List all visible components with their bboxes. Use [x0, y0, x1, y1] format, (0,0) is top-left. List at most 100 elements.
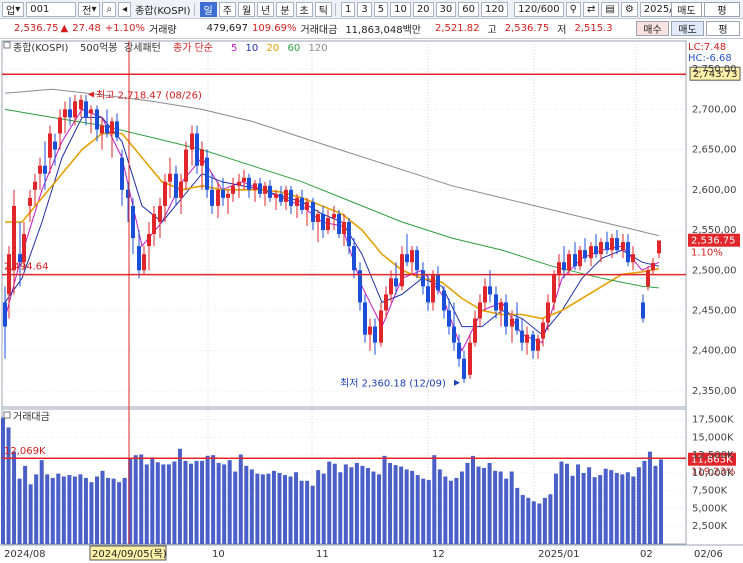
candle-body — [242, 177, 246, 182]
volume-bar — [23, 465, 28, 544]
candle-body — [494, 294, 498, 311]
candle-body — [589, 246, 593, 259]
volume-bar — [133, 455, 138, 544]
low-annotation: 최저 2,360.18 (12/09) — [340, 378, 446, 390]
candle-body — [268, 185, 272, 198]
candle-body — [478, 302, 482, 319]
volume-bar — [161, 464, 166, 544]
search-icon[interactable]: ⌕ — [102, 1, 117, 17]
volume-bar — [222, 464, 227, 544]
volume-bar — [211, 455, 216, 544]
candle-body — [525, 334, 529, 343]
buy-side-button[interactable]: 매수 — [636, 21, 669, 36]
candle-body — [431, 274, 435, 303]
market-select[interactable]: 전 ▾ — [78, 1, 101, 17]
divider — [334, 2, 336, 16]
candle-body — [263, 185, 267, 194]
candle-body — [400, 254, 404, 287]
tab-interval-20[interactable]: 20 — [412, 1, 434, 17]
tab-period-2[interactable]: 월 — [237, 1, 256, 17]
tab-interval-5[interactable]: 5 — [373, 1, 389, 17]
candle-body — [253, 183, 257, 190]
price-volume-chart[interactable]: 2,743.732,494.642,536.751.10%최고 2,718.47… — [0, 40, 743, 563]
tab-period-3[interactable]: 년 — [257, 1, 275, 17]
tool-icon[interactable]: ⚲ — [565, 1, 581, 17]
tab-interval-60[interactable]: 60 — [458, 1, 480, 17]
volume-tick-label: 2,500K — [692, 521, 728, 532]
volume-bar — [360, 465, 365, 544]
candle-body — [389, 278, 393, 295]
price-tick-label: 2,650,00 — [692, 145, 737, 156]
volume-bar — [271, 470, 276, 544]
candle-body — [137, 246, 141, 271]
extra-button[interactable]: 평 — [704, 2, 740, 17]
compare-icon[interactable]: ⇄ — [582, 1, 600, 17]
legend-ma-label: 종가 단순 — [173, 42, 213, 54]
candle-body — [641, 302, 645, 319]
candle-body — [594, 246, 598, 255]
volume-bar — [288, 476, 293, 544]
candle-body — [468, 342, 472, 375]
volume-bar — [382, 455, 387, 544]
tab-period-5[interactable]: 초 — [295, 1, 313, 17]
candle-body — [384, 294, 388, 311]
tab-period-4[interactable]: 분 — [276, 1, 294, 17]
tab-interval-1[interactable]: 1 — [340, 1, 356, 17]
volume-bar — [432, 455, 437, 544]
candle-body — [179, 181, 183, 198]
volume-bar — [67, 475, 72, 544]
tab-period-6[interactable]: 틱 — [314, 1, 332, 17]
volume-bar — [542, 497, 547, 544]
volume-bar — [50, 477, 55, 544]
volume-hline-label: 12,069K — [4, 446, 46, 457]
volume-tick-label: 7,500K — [692, 486, 728, 497]
settings-icon[interactable]: ⚙ — [620, 1, 638, 17]
sell-side-button[interactable]: 매도 — [671, 21, 704, 36]
history-prev-icon[interactable]: ◂ — [118, 1, 132, 17]
tab-interval-30[interactable]: 30 — [435, 1, 457, 17]
high-price: 2,536.75 — [504, 23, 550, 34]
volume-bar — [283, 475, 287, 544]
volume-bar — [592, 477, 597, 544]
volume-bar — [553, 473, 558, 544]
count-input[interactable]: 120/600 — [514, 1, 564, 17]
volume-bar — [310, 485, 315, 544]
average-button[interactable]: 평 — [706, 21, 740, 36]
candle — [337, 209, 341, 239]
tab-interval-10[interactable]: 10 — [390, 1, 411, 17]
tab-period-0[interactable]: 일 — [199, 1, 217, 17]
code-input[interactable]: 001 — [26, 1, 77, 17]
volume-bar — [45, 474, 50, 544]
x-tick-label: 12 — [432, 549, 445, 560]
volume-bar — [78, 474, 83, 544]
candle-body — [231, 185, 235, 194]
volume-bar — [95, 476, 99, 544]
candle-body — [105, 125, 109, 134]
candle-body — [457, 342, 461, 359]
price-tick-label: 2,600,00 — [692, 185, 737, 196]
chart-icon[interactable]: ▤ — [601, 1, 619, 17]
volume-value: 479,697 — [206, 23, 248, 34]
tab-interval-3[interactable]: 3 — [357, 1, 372, 17]
market-type-select[interactable]: 업 ▾ — [2, 1, 25, 17]
candle-body — [195, 133, 199, 166]
volume-bar — [144, 464, 149, 544]
volume-bar — [122, 477, 127, 544]
sell-button[interactable]: 매도 — [671, 2, 702, 17]
volume-bar — [647, 451, 652, 544]
volume-bar — [388, 463, 393, 544]
tab-period-1[interactable]: 주 — [218, 1, 236, 17]
legend-ma-5: 5 — [231, 43, 237, 54]
candle-body — [626, 242, 630, 263]
tab-interval-120[interactable]: 120 — [481, 1, 509, 17]
volume-bar — [354, 463, 359, 544]
volume-bar — [415, 475, 420, 544]
candle-body — [520, 330, 524, 343]
volume-bar — [443, 476, 448, 544]
volume-bar — [659, 459, 663, 544]
volume-bar — [625, 472, 630, 544]
candle-body — [426, 286, 430, 303]
candle-body — [373, 326, 377, 343]
candle-body — [28, 197, 32, 206]
volume-bar — [299, 480, 304, 544]
